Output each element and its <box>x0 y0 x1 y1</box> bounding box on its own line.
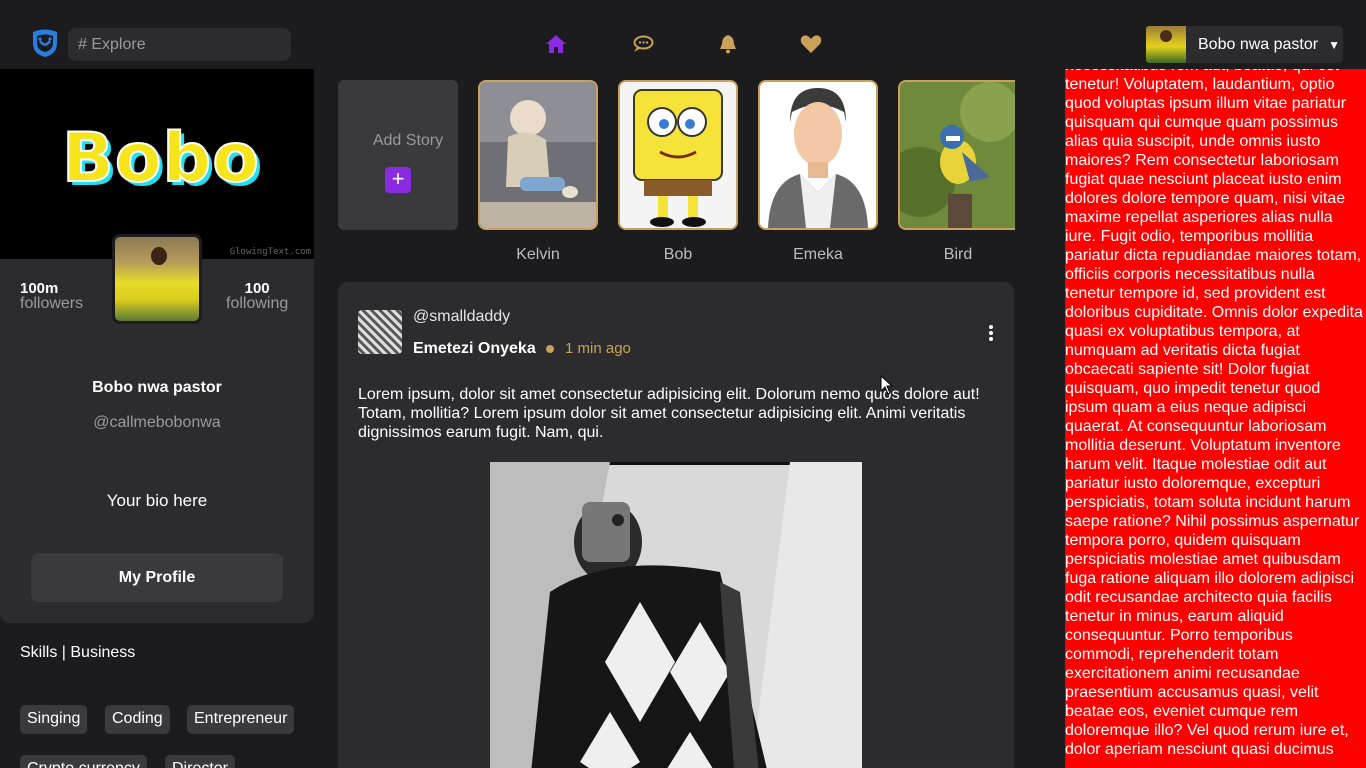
story-thumbnail <box>620 82 736 228</box>
cover-watermark: GlowingText.com <box>229 247 311 257</box>
story-name: Kelvin <box>516 246 560 263</box>
story-thumbnail <box>760 82 876 228</box>
skill-tag[interactable]: Coding <box>105 705 170 734</box>
skill-tag[interactable]: Director <box>165 755 236 768</box>
dot-separator-icon <box>546 345 554 353</box>
skill-tag[interactable]: Entrepreneur <box>187 705 295 734</box>
add-story-button[interactable]: Add Story + <box>338 80 458 230</box>
story-bob[interactable] <box>618 80 738 230</box>
story-name: Emeka <box>793 246 843 263</box>
following-stat[interactable]: 100 following <box>226 280 288 313</box>
my-profile-button[interactable]: My Profile <box>31 553 283 602</box>
post-timestamp: 1 min ago <box>565 340 631 357</box>
chat-icon[interactable] <box>632 34 654 54</box>
skill-tag[interactable]: Crypto currency <box>20 755 147 768</box>
followers-stat[interactable]: 100m followers <box>20 280 83 313</box>
home-icon[interactable] <box>545 34 567 54</box>
bell-icon[interactable] <box>717 34 739 54</box>
post-card: @smalldaddy Emetezi Onyeka 1 min ago Lor… <box>338 282 1014 768</box>
user-menu-name: Bobo nwa pastor <box>1198 35 1319 53</box>
story-thumbnail <box>900 82 1015 228</box>
post-username[interactable]: @smalldaddy <box>413 308 510 326</box>
cover-image: Bobo GlowingText.com <box>0 69 314 259</box>
skill-tag[interactable]: Singing <box>20 705 88 734</box>
story-thumbnail <box>480 82 596 228</box>
profile-bio: Your bio here <box>106 491 208 510</box>
more-options-icon[interactable] <box>986 324 996 342</box>
skills-title: Skills | Business <box>20 644 136 661</box>
story-kelvin[interactable] <box>478 80 598 230</box>
plus-icon: + <box>385 167 411 193</box>
heart-icon[interactable] <box>800 34 822 54</box>
profile-handle: @callmebobonwa <box>93 414 221 431</box>
post-author-name[interactable]: Emetezi Onyeka <box>413 340 536 358</box>
ad-panel: necessitatibus rem aut, beatae, qui est … <box>1065 69 1366 768</box>
search-input[interactable] <box>68 28 291 61</box>
mouse-cursor-icon <box>880 375 894 395</box>
app-logo-icon[interactable] <box>30 28 60 58</box>
add-story-label: Add Story <box>372 132 444 149</box>
story-bird[interactable] <box>898 80 1015 230</box>
post-author-avatar[interactable] <box>358 310 402 354</box>
story-emeka[interactable] <box>758 80 878 230</box>
ad-text: necessitatibus rem aut, beatae, qui est … <box>1065 69 1363 758</box>
user-avatar <box>1146 26 1186 63</box>
cover-title: Bobo <box>61 118 260 199</box>
followers-label: followers <box>20 295 84 312</box>
top-bar: Bobo nwa pastor ▼ <box>0 0 1366 69</box>
chevron-down-icon: ▼ <box>1328 37 1340 52</box>
following-label: following <box>226 295 289 312</box>
profile-card: Bobo GlowingText.com 100m followers 100 … <box>0 69 314 623</box>
story-name: Bird <box>943 246 973 263</box>
post-image[interactable] <box>490 462 862 768</box>
story-name: Bob <box>663 246 693 263</box>
profile-avatar[interactable] <box>112 234 202 324</box>
profile-name: Bobo nwa pastor <box>92 379 222 396</box>
user-account-select[interactable]: Bobo nwa pastor ▼ <box>1146 26 1343 63</box>
